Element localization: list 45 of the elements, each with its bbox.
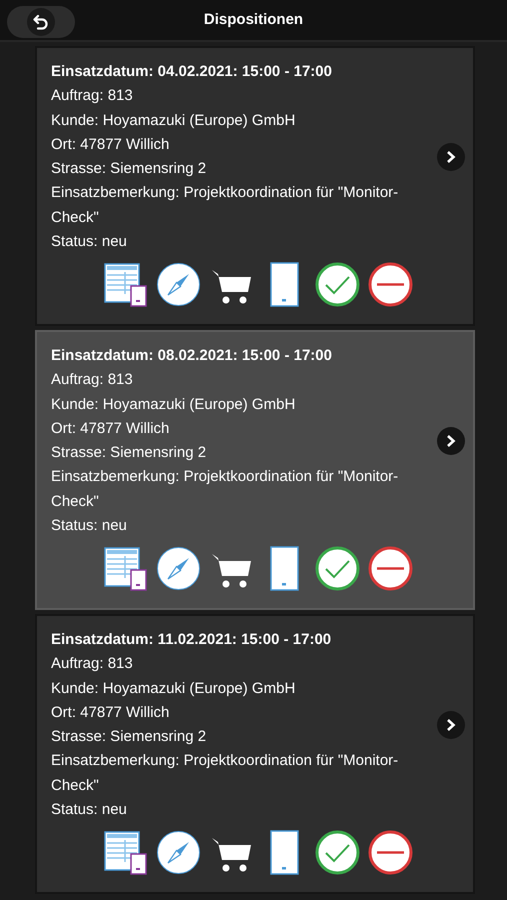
detail-text: Kunde: Hoyamazuki (Europe) GmbH <box>51 678 296 699</box>
compass-icon[interactable] <box>156 546 201 592</box>
detail-text: Auftrag: 813 <box>51 370 134 390</box>
remove-icon[interactable] <box>368 830 413 876</box>
detail-text: Status: neu <box>51 516 128 536</box>
detail-text: Ort: 47877 Willich <box>51 418 170 439</box>
form-icon[interactable] <box>103 830 148 876</box>
date-heading: Einsatzdatum: 11.02.2021: 15:00 - 17:00 <box>51 630 332 650</box>
form-icon[interactable] <box>103 546 148 592</box>
check-icon[interactable] <box>315 262 360 308</box>
undo-icon <box>33 14 49 30</box>
form-icon[interactable] <box>103 262 148 308</box>
detail-text: Einsatzbemerkung: Projektkoordination für "Monitor-Check" <box>51 467 400 512</box>
check-icon[interactable] <box>315 830 360 876</box>
back-button[interactable] <box>7 6 75 38</box>
detail-text: Kunde: Hoyamazuki (Europe) GmbH <box>51 110 296 131</box>
detail-text: Status: neu <box>51 232 128 252</box>
detail-text: Auftrag: 813 <box>51 86 134 106</box>
detail-text: Einsatzbemerkung: Projektkoordination für "Monitor-Check" <box>51 751 400 796</box>
detail-text: Ort: 47877 Willich <box>51 702 170 723</box>
order-card[interactable]: Einsatzdatum: 11.02.2021: 15:00 - 17:00 Auftrag: 813 Kunde: Hoyamazuki (Europe) GmbH Ort: 47877 Willich Strasse: Siemensring 2 Einsatzbemerkung: Projektkoordination für "Monitor-Check" Status: neu <box>35 614 475 894</box>
details-button[interactable] <box>437 427 465 456</box>
details-button[interactable] <box>437 711 465 740</box>
detail-text: Einsatzbemerkung: Projektkoordination für "Monitor-Check" <box>51 183 400 228</box>
page-title: Dispositionen <box>204 10 304 30</box>
chevron-icon <box>446 718 456 732</box>
compass-icon[interactable] <box>156 262 201 308</box>
chevron-icon <box>446 150 456 164</box>
remove-icon[interactable] <box>368 546 413 592</box>
remove-icon[interactable] <box>368 262 413 308</box>
detail-text: Strasse: Siemensring 2 <box>51 443 208 464</box>
compass-icon[interactable] <box>156 830 201 876</box>
order-card[interactable]: Einsatzdatum: 04.02.2021: 15:00 - 17:00 Auftrag: 813 Kunde: Hoyamazuki (Europe) GmbH Ort: 47877 Willich Strasse: Siemensring 2 Einsatzbemerkung: Projektkoordination für "Monitor-Check" Status: neu <box>35 46 475 326</box>
date-heading: Einsatzdatum: 04.02.2021: 15:00 - 17:00 <box>51 62 333 82</box>
check-icon[interactable] <box>315 546 360 592</box>
detail-text: Auftrag: 813 <box>51 654 134 674</box>
chevron-icon <box>446 434 456 448</box>
details-button[interactable] <box>437 143 465 172</box>
detail-text: Strasse: Siemensring 2 <box>51 727 208 748</box>
detail-text: Status: neu <box>51 800 128 820</box>
order-card[interactable]: Einsatzdatum: 08.02.2021: 15:00 - 17:00 Auftrag: 813 Kunde: Hoyamazuki (Europe) GmbH Ort: 47877 Willich Strasse: Siemensring 2 Einsatzbemerkung: Projektkoordination für "Monitor-Check" Status: neu <box>35 330 475 610</box>
detail-text: Ort: 47877 Willich <box>51 134 170 155</box>
detail-text: Strasse: Siemensring 2 <box>51 159 208 180</box>
detail-text: Kunde: Hoyamazuki (Europe) GmbH <box>51 394 296 415</box>
date-heading: Einsatzdatum: 08.02.2021: 15:00 - 17:00 <box>51 346 333 366</box>
